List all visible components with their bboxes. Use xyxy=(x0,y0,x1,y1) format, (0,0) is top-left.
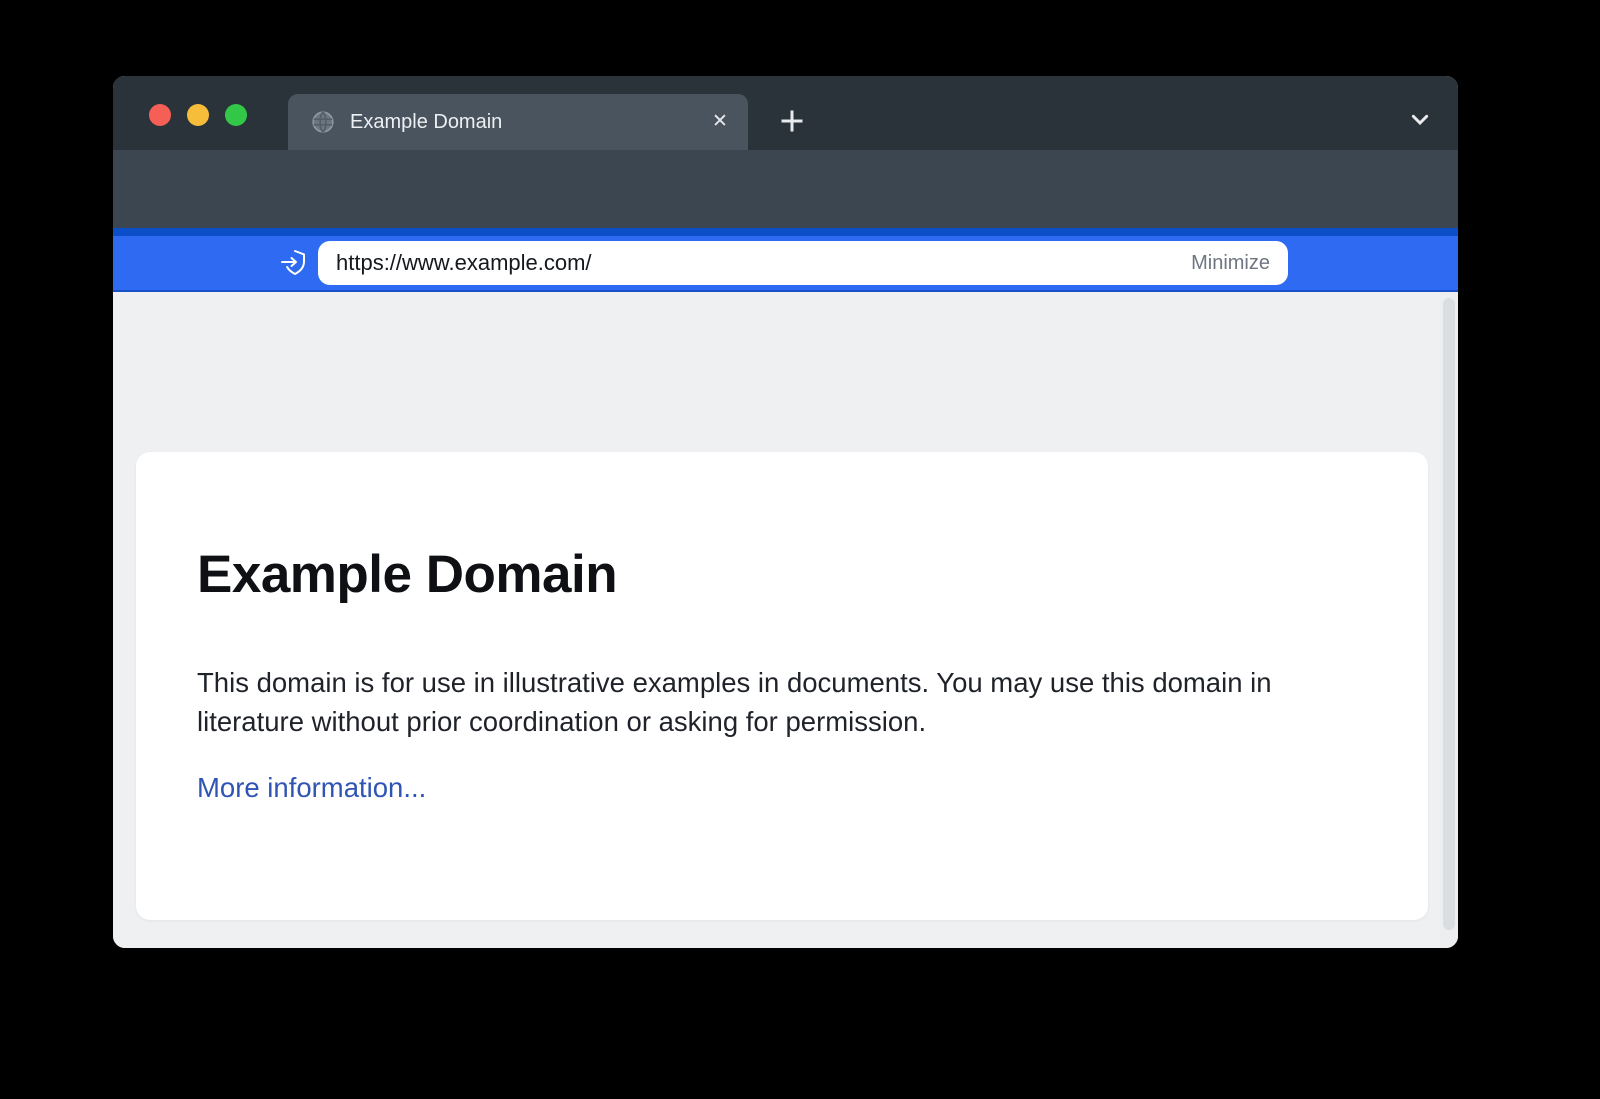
browser-window: Example Domain ✕ xyxy=(113,76,1458,948)
globe-favicon-icon xyxy=(310,109,336,135)
minimize-button[interactable]: Minimize xyxy=(1179,241,1282,285)
tab-title: Example Domain xyxy=(350,94,502,150)
isolation-url-value: https://www.example.com/ xyxy=(336,241,592,285)
page-paragraph: This domain is for use in illustrative e… xyxy=(197,664,1357,741)
tab-strip: Example Domain ✕ xyxy=(113,76,1458,150)
page-title: Example Domain xyxy=(197,544,617,605)
shield-arrow-icon xyxy=(278,247,310,279)
chevron-down-icon xyxy=(1404,103,1436,135)
tab-search-button[interactable] xyxy=(1404,103,1436,135)
plus-icon xyxy=(774,103,810,139)
window-zoom-button[interactable] xyxy=(225,104,247,126)
tab-example-domain[interactable]: Example Domain ✕ xyxy=(288,94,748,150)
page-viewport: Example Domain This domain is for use in… xyxy=(113,292,1458,948)
page-scrollbar[interactable] xyxy=(1440,292,1458,948)
new-tab-button[interactable] xyxy=(774,103,810,139)
close-icon[interactable]: ✕ xyxy=(708,110,732,134)
more-information-link[interactable]: More information... xyxy=(197,772,426,804)
window-minimize-button[interactable] xyxy=(187,104,209,126)
window-close-button[interactable] xyxy=(149,104,171,126)
isolation-url-bar: https://www.example.com/ Minimize xyxy=(113,228,1458,292)
example-domain-card: Example Domain This domain is for use in… xyxy=(136,452,1428,920)
browser-toolbar: browser-beta.cloudflareaccess.com/... C … xyxy=(113,150,1458,228)
isolation-url-input[interactable]: https://www.example.com/ Minimize xyxy=(318,241,1288,285)
scrollbar-thumb[interactable] xyxy=(1443,298,1455,930)
